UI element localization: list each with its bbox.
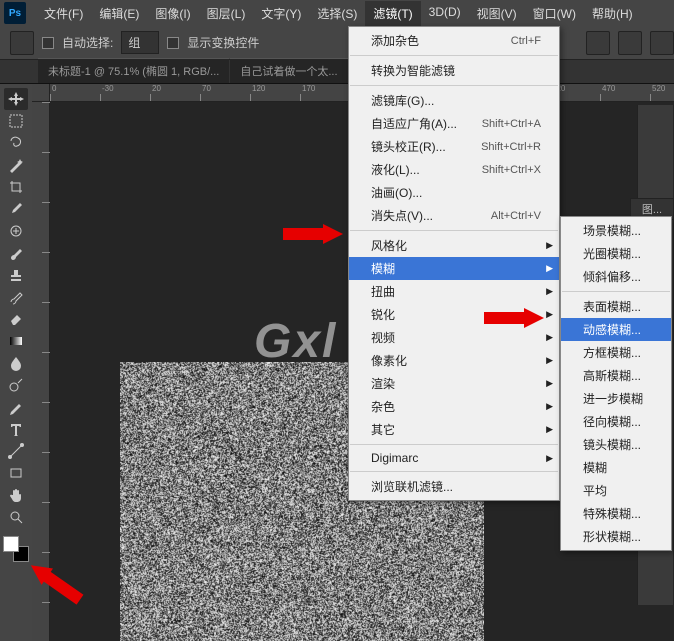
document-tab[interactable]: 未标题-1 @ 75.1% (椭圆 1, RGB/...	[38, 58, 229, 83]
menu-2[interactable]: 图像(I)	[147, 1, 198, 26]
eyedropper-tool[interactable]	[4, 198, 28, 220]
submenu-item-b10[interactable]: 形状模糊...	[561, 525, 671, 548]
foreground-color-swatch[interactable]	[3, 536, 19, 552]
submenu-item-a2[interactable]: 倾斜偏移...	[561, 265, 671, 288]
submenu-item-b2[interactable]: 方框模糊...	[561, 341, 671, 364]
menubar: Ps 文件(F)编辑(E)图像(I)图层(L)文字(Y)选择(S)滤镜(T)3D…	[0, 0, 674, 26]
document-tabs: 未标题-1 @ 75.1% (椭圆 1, RGB/... 自己试着做一个太...	[0, 60, 674, 84]
color-swatches[interactable]	[3, 536, 29, 562]
gradient-tool[interactable]	[4, 330, 28, 352]
menu-item-g1-1[interactable]: 自适应广角(A)...Shift+Ctrl+A	[349, 112, 559, 135]
auto-select-checkbox[interactable]	[42, 37, 54, 49]
options-bar: 自动选择: 组 显示变换控件	[0, 26, 674, 60]
submenu-item-b0[interactable]: 表面模糊...	[561, 295, 671, 318]
submenu-item-b5[interactable]: 径向模糊...	[561, 410, 671, 433]
path-tool[interactable]	[4, 440, 28, 462]
menu-item-digimarc[interactable]: Digimarc▶	[349, 448, 559, 468]
submenu-item-b1[interactable]: 动感模糊...	[561, 318, 671, 341]
filter-menu-dropdown: 添加杂色Ctrl+F 转换为智能滤镜滤镜库(G)...自适应广角(A)...Shi…	[348, 26, 560, 501]
menu-6[interactable]: 滤镜(T)	[365, 1, 420, 26]
pen-tool[interactable]	[4, 396, 28, 418]
tool-preset-icon[interactable]	[10, 31, 34, 55]
watermark-text: Gxl	[254, 314, 337, 369]
submenu-item-b4[interactable]: 进一步模糊	[561, 387, 671, 410]
healing-tool[interactable]	[4, 220, 28, 242]
submenu-item-a0[interactable]: 场景模糊...	[561, 219, 671, 242]
menu-separator	[350, 444, 558, 445]
menu-item-cat-3[interactable]: 锐化▶	[349, 303, 559, 326]
type-tool[interactable]	[4, 418, 28, 440]
brush-tool[interactable]	[4, 242, 28, 264]
menu-item-cat-0[interactable]: 风格化▶	[349, 234, 559, 257]
tools-panel	[0, 84, 32, 641]
menu-separator	[350, 471, 558, 472]
menu-item-cat-6[interactable]: 渲染▶	[349, 372, 559, 395]
menu-separator	[350, 230, 558, 231]
menu-10[interactable]: 帮助(H)	[584, 1, 641, 26]
submenu-item-b6[interactable]: 镜头模糊...	[561, 433, 671, 456]
blur-submenu-dropdown: 场景模糊...光圈模糊...倾斜偏移... 表面模糊...动感模糊...方框模糊.…	[560, 216, 672, 551]
menu-item-convert[interactable]: 转换为智能滤镜	[349, 59, 559, 82]
menu-4[interactable]: 文字(Y)	[253, 1, 309, 26]
menu-item-cat-5[interactable]: 像素化▶	[349, 349, 559, 372]
document-tab[interactable]: 自己试着做一个太...	[230, 58, 347, 83]
hand-tool[interactable]	[4, 484, 28, 506]
menu-item-cat-4[interactable]: 视频▶	[349, 326, 559, 349]
menu-3[interactable]: 图层(L)	[199, 1, 254, 26]
eraser-tool[interactable]	[4, 308, 28, 330]
crop-tool[interactable]	[4, 176, 28, 198]
dodge-tool[interactable]	[4, 374, 28, 396]
rect-tool[interactable]	[4, 462, 28, 484]
align-icon2[interactable]	[618, 31, 642, 55]
align-icon[interactable]	[586, 31, 610, 55]
menu-item-cat-7[interactable]: 杂色▶	[349, 395, 559, 418]
menu-8[interactable]: 视图(V)	[469, 1, 525, 26]
align-icon3[interactable]	[650, 31, 674, 55]
app-logo: Ps	[4, 2, 26, 24]
ruler-vertical	[32, 102, 50, 641]
show-transform-label: 显示变换控件	[187, 34, 259, 51]
submenu-item-b3[interactable]: 高斯模糊...	[561, 364, 671, 387]
blur-tool[interactable]	[4, 352, 28, 374]
menu-item-g1-2[interactable]: 镜头校正(R)...Shift+Ctrl+R	[349, 135, 559, 158]
menu-item-cat-8[interactable]: 其它▶	[349, 418, 559, 441]
menu-separator	[562, 291, 670, 292]
submenu-item-b7[interactable]: 模糊	[561, 456, 671, 479]
menu-5[interactable]: 选择(S)	[309, 1, 365, 26]
menu-item-top0[interactable]: 添加杂色Ctrl+F	[349, 29, 559, 52]
history-tool[interactable]	[4, 286, 28, 308]
show-transform-checkbox[interactable]	[167, 37, 179, 49]
menu-item-browse[interactable]: 浏览联机滤镜...	[349, 475, 559, 498]
ruler-corner	[32, 84, 50, 102]
auto-select-label: 自动选择:	[62, 34, 113, 51]
select-kind-dropdown[interactable]: 组	[121, 31, 159, 54]
stamp-tool[interactable]	[4, 264, 28, 286]
menu-separator	[350, 55, 558, 56]
menu-9[interactable]: 窗口(W)	[525, 1, 584, 26]
menu-separator	[350, 85, 558, 86]
menu-item-cat-1[interactable]: 模糊▶	[349, 257, 559, 280]
menu-0[interactable]: 文件(F)	[36, 1, 91, 26]
marquee-tool[interactable]	[4, 110, 28, 132]
menu-item-g1-0[interactable]: 滤镜库(G)...	[349, 89, 559, 112]
menu-item-g1-3[interactable]: 液化(L)...Shift+Ctrl+X	[349, 158, 559, 181]
menu-7[interactable]: 3D(D)	[421, 1, 469, 26]
submenu-item-b8[interactable]: 平均	[561, 479, 671, 502]
wand-tool[interactable]	[4, 154, 28, 176]
menu-item-g1-5[interactable]: 消失点(V)...Alt+Ctrl+V	[349, 204, 559, 227]
menu-1[interactable]: 编辑(E)	[91, 1, 147, 26]
menu-item-g1-4[interactable]: 油画(O)...	[349, 181, 559, 204]
submenu-item-a1[interactable]: 光圈模糊...	[561, 242, 671, 265]
submenu-item-b9[interactable]: 特殊模糊...	[561, 502, 671, 525]
zoom-tool[interactable]	[4, 506, 28, 528]
menu-item-cat-2[interactable]: 扭曲▶	[349, 280, 559, 303]
move-tool[interactable]	[4, 88, 28, 110]
lasso-tool[interactable]	[4, 132, 28, 154]
